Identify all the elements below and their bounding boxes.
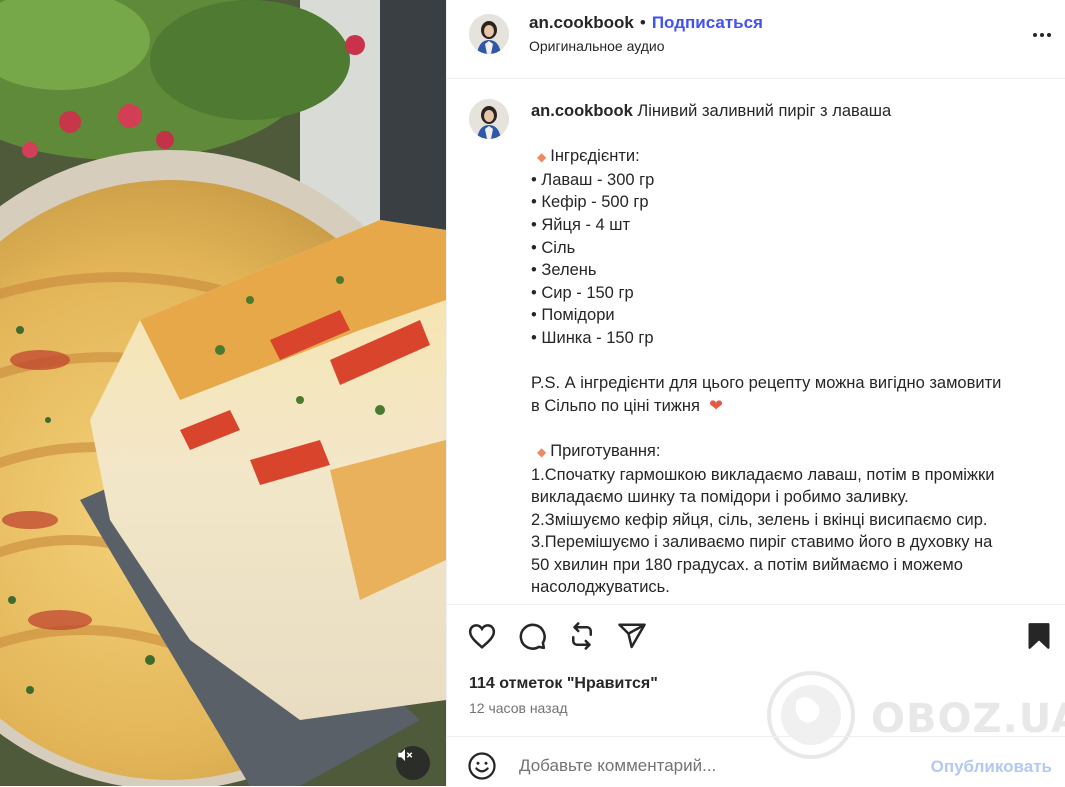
step-line: 50 хвилин при 180 градусах. а потім вийм… — [531, 555, 963, 574]
share-icon — [618, 623, 646, 649]
likes-count[interactable]: 114 отметок "Нравится" — [469, 675, 658, 693]
post-caption: an.cookbook Лінивий заливний пиріг з лав… — [531, 100, 1051, 599]
avatar-image — [469, 99, 509, 139]
step-line: 1.Спочатку гармошкою викладаємо лаваш, п… — [531, 465, 995, 484]
ingredient-item: • Шинка - 150 гр — [531, 328, 654, 347]
ingredient-item: • Сіль — [531, 238, 576, 257]
step-line: викладаємо шинку та помідори і робимо за… — [531, 488, 909, 507]
subscribe-button[interactable]: Подписаться — [652, 13, 763, 33]
caption-title-line: an.cookbook Лінивий заливний пиріг з лав… — [531, 100, 1051, 123]
step-line: 3.Перемішуємо і заливаємо пиріг ставимо … — [531, 533, 993, 552]
post-panel: an.cookbook • Подписаться Оригинальное а… — [446, 0, 1065, 786]
mute-button[interactable] — [396, 746, 430, 780]
ingredient-item: • Зелень — [531, 261, 597, 280]
caption-title: Лінивий заливний пиріг з лаваша — [637, 102, 892, 120]
repost-icon — [572, 622, 592, 650]
ps-line-2: в Сільпо по ціні тижня ❤ — [531, 395, 1051, 418]
comment-input[interactable] — [517, 751, 921, 781]
diamond-icon: ◆ — [537, 150, 547, 165]
heart-icon — [468, 624, 496, 649]
save-button[interactable] — [1025, 621, 1057, 653]
ingredient-item: • Лаваш - 300 гр — [531, 170, 655, 189]
post-header: an.cookbook • Подписаться Оригинальное а… — [447, 0, 1065, 79]
repost-button[interactable] — [567, 621, 599, 653]
post-time[interactable]: 12 часов назад — [469, 700, 568, 716]
action-bar — [447, 604, 1065, 669]
audio-label[interactable]: Оригинальное аудио — [529, 38, 665, 54]
ingredients-heading-text: Інгрєдієнти: — [550, 147, 640, 166]
ingredient-item: • Кефір - 500 гр — [531, 193, 649, 212]
ingredients-heading: ◆ Інгрєдієнти: — [531, 145, 1051, 169]
header-title-row: an.cookbook • Подписаться — [529, 13, 763, 33]
emoji-button[interactable] — [467, 751, 497, 781]
publish-button[interactable]: Опубликовать — [931, 757, 1052, 777]
share-button[interactable] — [617, 621, 649, 653]
header-username[interactable]: an.cookbook — [529, 13, 634, 33]
step-line: 2.Змішуємо кефір яйця, сіль, зелень і вк… — [531, 510, 988, 529]
ingredient-item: • Яйця - 4 шт — [531, 215, 631, 234]
mute-icon — [398, 749, 413, 761]
header-separator: • — [639, 13, 646, 32]
diamond-icon: ◆ — [537, 444, 547, 459]
avatar-image — [469, 14, 509, 54]
comment-bar: Опубликовать — [447, 736, 1065, 787]
caption-username[interactable]: an.cookbook — [531, 102, 633, 120]
ingredient-item: • Сир - 150 гр — [531, 283, 634, 302]
ps-line-text: в Сільпо по ціні тижня — [531, 396, 700, 415]
post-media[interactable] — [0, 0, 446, 786]
pie-photo — [0, 0, 446, 786]
orange-heart-icon: ❤ — [704, 396, 723, 415]
like-button[interactable] — [467, 621, 499, 653]
avatar[interactable] — [469, 14, 509, 54]
steps-heading-text: Приготування: — [550, 441, 661, 460]
steps-heading: ◆ Приготування: — [531, 440, 1051, 464]
caption-avatar[interactable] — [469, 99, 509, 139]
comment-icon — [519, 623, 546, 650]
bookmark-icon — [1028, 623, 1050, 649]
comment-button[interactable] — [517, 621, 549, 653]
ps-line: P.S. А інгредієнти для цього рецепту мож… — [531, 374, 1002, 393]
step-line: насолоджуватись. — [531, 578, 670, 597]
more-button[interactable] — [1028, 24, 1056, 46]
ingredient-item: • Помідори — [531, 306, 615, 325]
more-icon — [1033, 33, 1051, 37]
emoji-icon — [468, 752, 496, 780]
